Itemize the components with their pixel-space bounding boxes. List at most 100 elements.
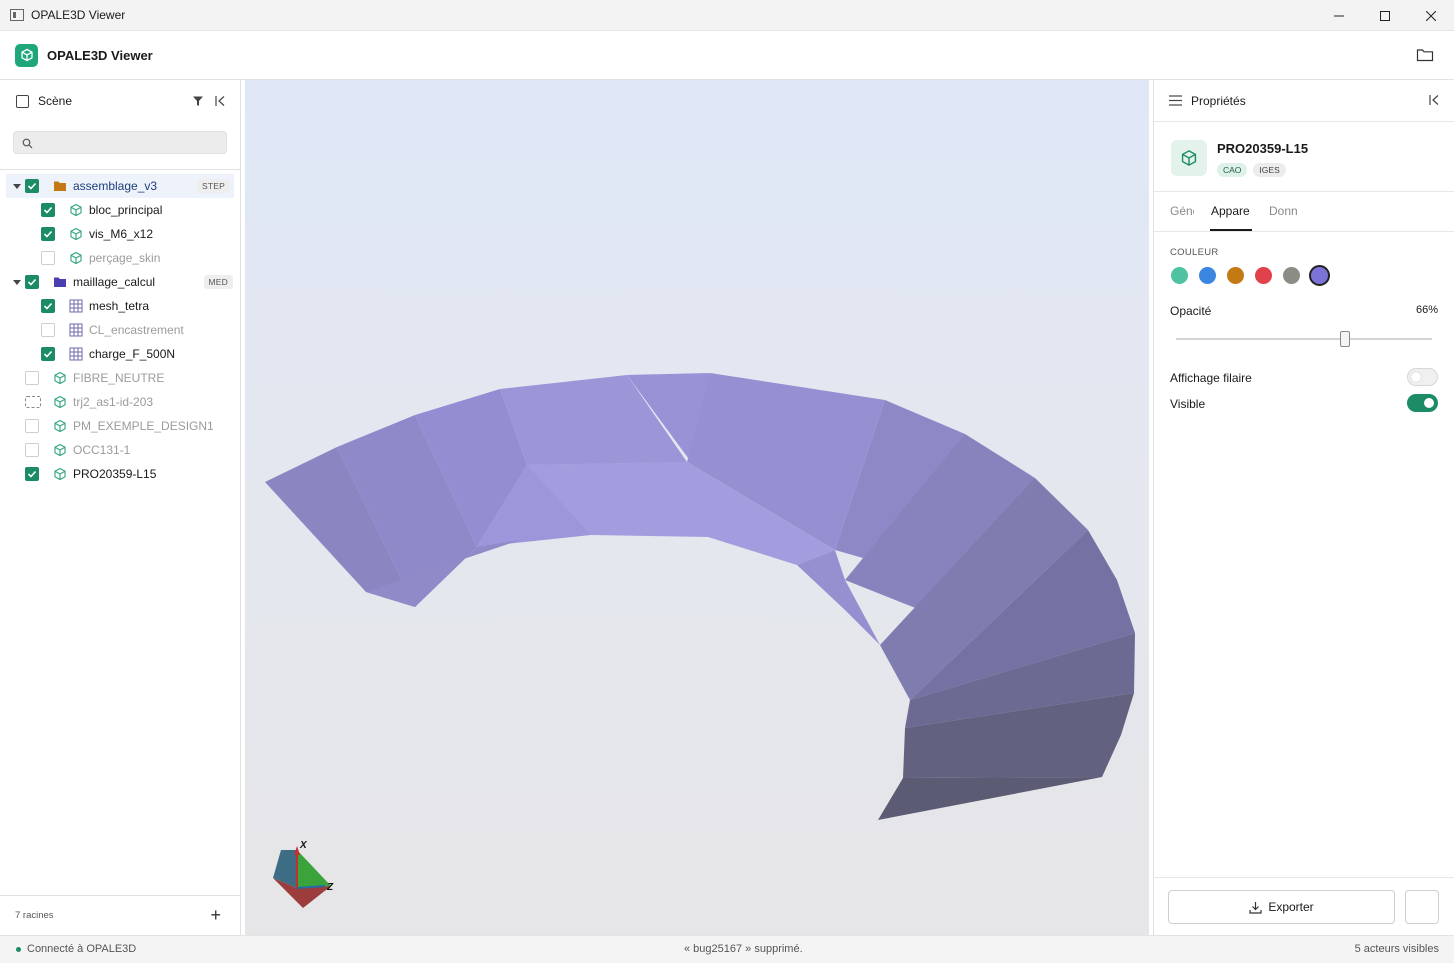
visibility-checkbox[interactable] [25,419,39,433]
mesh-grid-icon [69,347,83,361]
axes-gizmo[interactable]: X Z [273,840,334,908]
check-icon [43,302,53,310]
tab-appearance[interactable]: Appare [1211,204,1250,218]
tree-item-icon [69,299,83,313]
tree-row[interactable]: FIBRE_NEUTRE [0,366,240,390]
format-tag: MED [203,275,233,289]
tree-item-label: PRO20359-L15 [73,467,157,481]
expand-caret-icon[interactable] [13,279,21,285]
visibility-checkbox[interactable] [25,179,39,193]
tree-item-label: vis_M6_x12 [89,227,154,241]
x-axis-label: X [299,840,308,851]
expand-caret-icon[interactable] [13,183,21,189]
mesh-grid-icon [69,323,83,337]
color-swatch[interactable] [1309,265,1330,286]
tree-item-label: bloc_principal [89,203,163,217]
tree-row[interactable]: trj2_as1-id-203 [0,390,240,414]
tree-row[interactable]: mesh_tetra [0,294,240,318]
visibility-checkbox[interactable] [25,371,39,385]
tree-row[interactable]: PRO20359-L15 [0,462,240,486]
color-swatch[interactable] [1255,267,1272,284]
check-icon [43,206,53,214]
filter-icon[interactable] [192,95,204,107]
tree-row[interactable]: maillage_calcul MED [0,270,240,294]
model-mesh [265,373,1135,820]
active-tab-underline [1210,229,1252,231]
tree-item-icon [69,227,83,241]
tree-item-icon [53,419,67,433]
cube-icon [54,371,66,385]
scene-panel-title: Scène [38,94,73,108]
visibility-checkbox[interactable] [41,299,55,313]
opacity-slider-thumb[interactable] [1340,331,1350,347]
visibility-checkbox[interactable] [41,251,55,265]
visible-toggle[interactable] [1407,394,1438,412]
cube-icon [54,443,66,457]
tree-row[interactable]: assemblage_v3 STEP [6,174,234,198]
mesh-grid-icon [69,299,83,313]
collapse-right-icon[interactable] [1428,94,1440,106]
color-swatch[interactable] [1227,267,1244,284]
opacity-slider[interactable] [1176,331,1432,347]
tree-item-label: OCC131-1 [73,443,131,457]
visibility-checkbox[interactable] [25,467,39,481]
cube-icon [54,467,66,481]
color-swatch[interactable] [1171,267,1188,284]
close-button[interactable] [1408,0,1454,31]
visible-row: Visible [1170,394,1438,414]
search-icon [22,138,33,149]
color-swatch[interactable] [1283,267,1300,284]
tree-row[interactable]: charge_F_500N [0,342,240,366]
tree-item-icon [69,251,83,265]
minimize-button[interactable] [1316,0,1362,31]
properties-tabs: Géné Appare Donn [1154,192,1454,232]
tab-general[interactable]: Géné [1170,204,1194,218]
check-icon [43,350,53,358]
color-swatch[interactable] [1199,267,1216,284]
tree-row[interactable]: CL_encastrement [0,318,240,342]
check-icon [27,182,37,190]
visibility-checkbox[interactable] [41,347,55,361]
maximize-button[interactable] [1362,0,1408,31]
cube-icon [70,227,82,241]
visibility-checkbox[interactable] [25,396,41,408]
tree-item-label: FIBRE_NEUTRE [73,371,165,385]
tree-item-icon [53,443,67,457]
app-logo [15,43,38,67]
folder-icon [54,277,66,287]
tab-data[interactable]: Donn [1269,204,1298,218]
select-all-checkbox[interactable] [16,94,29,108]
tree-item-icon [53,371,67,385]
visibility-checkbox[interactable] [25,443,39,457]
open-folder-icon[interactable] [1416,47,1434,63]
properties-footer: Exporter [1154,877,1454,935]
menu-icon[interactable] [1169,95,1182,106]
object-name: PRO20359-L15 [1217,141,1309,156]
collapse-left-icon[interactable] [214,95,226,107]
scene-panel-footer: 7 racines + [0,895,240,935]
add-root-button[interactable]: + [210,906,221,924]
export-button[interactable]: Exporter [1168,890,1395,924]
tree-row[interactable]: bloc_principal [0,198,240,222]
app-header: OPALE3D Viewer [0,31,1454,80]
cube-icon [70,203,82,217]
opacity-label: Opacité [1170,304,1212,318]
tree-row[interactable]: PM_EXEMPLE_DESIGN1 [0,414,240,438]
check-icon [43,230,53,238]
wireframe-toggle[interactable] [1407,368,1438,386]
tree-item-label: PM_EXEMPLE_DESIGN1 [73,419,214,433]
visibility-checkbox[interactable] [41,227,55,241]
visibility-checkbox[interactable] [41,323,55,337]
tree-row[interactable]: vis_M6_x12 [0,222,240,246]
badge-cao: CAO [1217,163,1248,177]
search-input[interactable] [14,132,226,153]
cube-icon [1181,150,1197,166]
tree-row[interactable]: perçage_skin [0,246,240,270]
more-actions-button[interactable] [1405,890,1439,924]
3d-viewport[interactable]: X Z [245,80,1149,935]
badge-iges: IGES [1253,163,1286,177]
cube-icon [54,419,66,433]
tree-row[interactable]: OCC131-1 [0,438,240,462]
visibility-checkbox[interactable] [25,275,39,289]
visibility-checkbox[interactable] [41,203,55,217]
